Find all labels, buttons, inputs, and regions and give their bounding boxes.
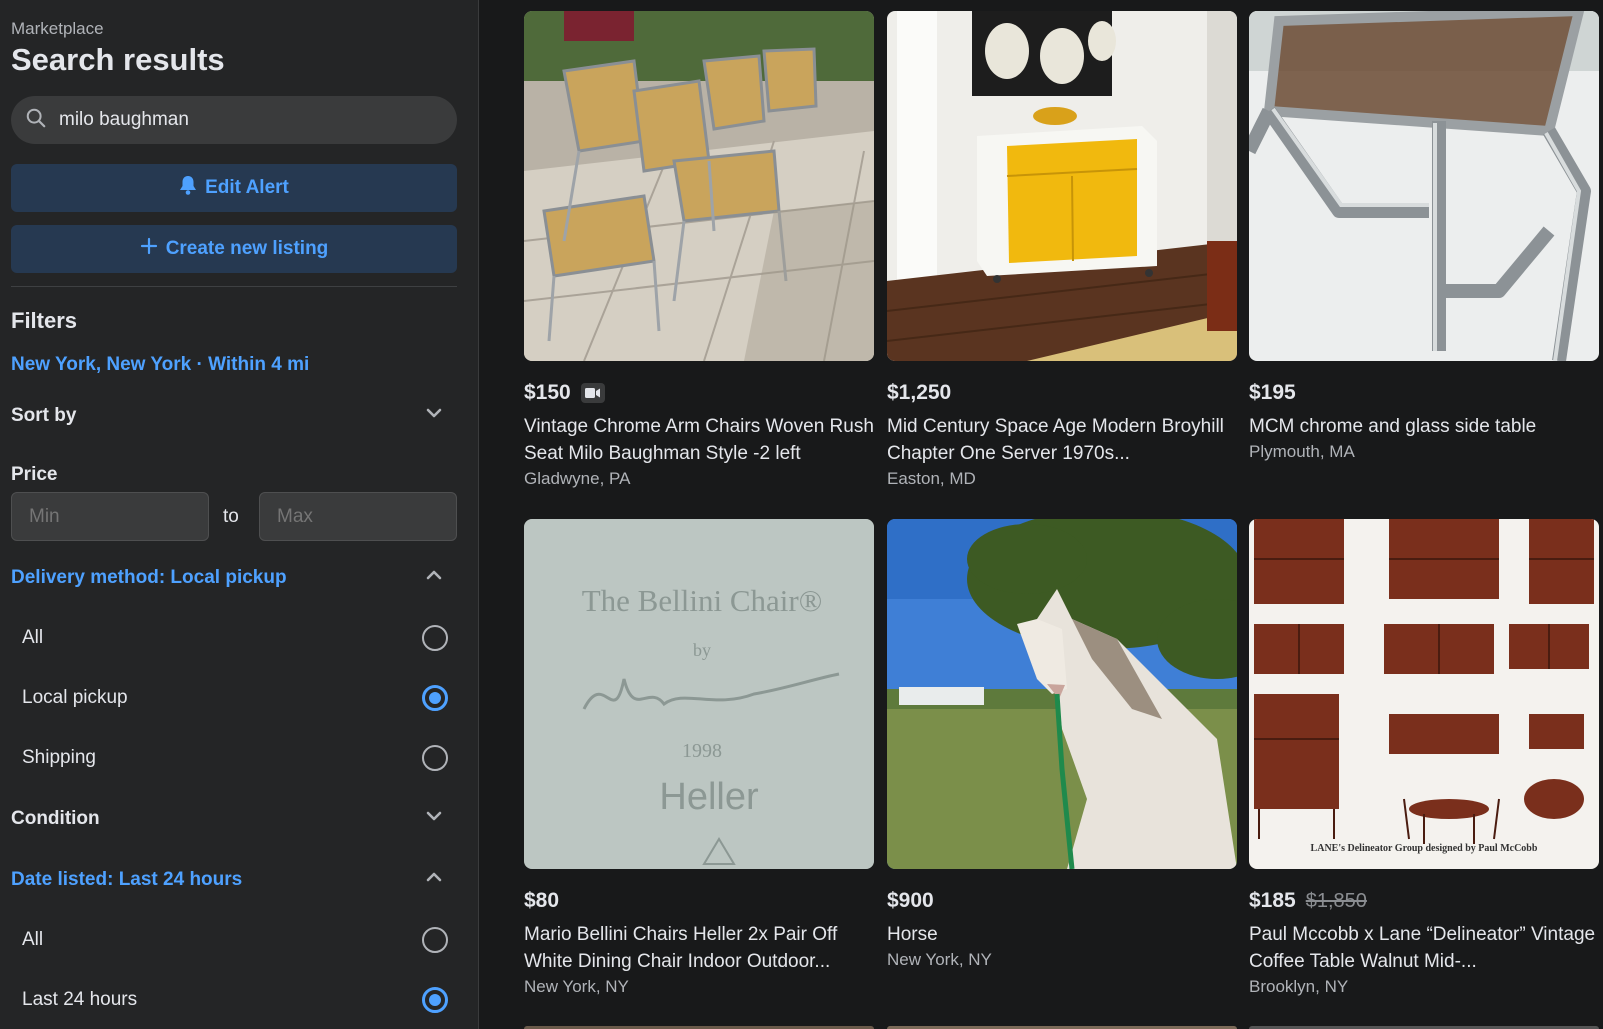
price-max-input[interactable]	[259, 492, 457, 541]
listing-price: $150	[524, 381, 571, 404]
listing-location: New York, NY	[887, 950, 992, 969]
sidebar: Marketplace Search results Edit Alert Cr…	[0, 0, 479, 1029]
listing-photo-delineator-catalog[interactable]: LANE's Delineator Group designed by Paul…	[1249, 519, 1599, 869]
chevron-up-icon	[423, 564, 457, 592]
delivery-option-all[interactable]: All	[11, 612, 457, 664]
listing-title: Horse	[887, 924, 938, 945]
price-label: Price	[11, 464, 58, 485]
sort-by-dropdown[interactable]: Sort by	[11, 398, 457, 434]
listing-card[interactable]: LANE's Delineator Group designed by Paul…	[1249, 519, 1601, 997]
listing-location: New York, NY	[524, 977, 629, 996]
radio-label: All	[22, 929, 44, 950]
listing-card[interactable]: $900 Horse New York, NY	[887, 519, 1239, 970]
condition-dropdown[interactable]: Condition	[11, 801, 457, 837]
breadcrumb-marketplace[interactable]: Marketplace	[11, 19, 104, 39]
filters-heading: Filters	[11, 308, 78, 333]
listing-photo-bellini-chair[interactable]: The Bellini Chair® by 1998 Heller	[524, 519, 874, 869]
location-filter[interactable]: New York, New York · Within 4 mi	[11, 354, 309, 376]
listing-card[interactable]: $1,250 Mid Century Space Age Modern Broy…	[887, 11, 1239, 489]
date-option-all[interactable]: All	[11, 914, 457, 966]
listing-price: $900	[887, 889, 934, 912]
delivery-method-label: Delivery method: Local pickup	[11, 567, 287, 588]
search-icon	[25, 107, 47, 134]
price-min-input[interactable]	[11, 492, 209, 541]
listing-price: $195	[1249, 381, 1296, 404]
condition-label: Condition	[11, 808, 100, 829]
sort-by-label: Sort by	[11, 405, 77, 426]
page-title: Search results	[11, 42, 225, 77]
create-listing-button[interactable]: Create new listing	[11, 225, 457, 273]
listing-original-price: $1,850	[1305, 889, 1367, 912]
date-option-last-24-hours[interactable]: Last 24 hours	[11, 974, 457, 1026]
listing-location: Brooklyn, NY	[1249, 977, 1349, 996]
radio-label: Last 24 hours	[22, 989, 138, 1010]
plus-icon	[140, 237, 158, 261]
catalog-caption: LANE's Delineator Group designed by Paul…	[1311, 843, 1538, 854]
chevron-up-icon	[423, 866, 457, 894]
chevron-down-icon	[423, 805, 457, 833]
video-icon	[580, 383, 605, 403]
radio-button[interactable]	[422, 745, 448, 771]
listing-title: Mario Bellini Chairs Heller 2x Pair Off …	[524, 924, 838, 972]
listing-title: Paul Mccobb x Lane “Delineator” Vintage …	[1249, 924, 1596, 972]
bell-icon	[179, 175, 197, 201]
listing-photo-side-table[interactable]	[1249, 11, 1599, 361]
listing-card[interactable]: $150 Vintage Chrome Arm Chairs Woven Rus…	[524, 11, 876, 489]
radio-button[interactable]	[422, 625, 448, 651]
radio-button-selected[interactable]	[422, 685, 448, 711]
search-input[interactable]	[57, 108, 421, 132]
date-listed-toggle[interactable]: Date listed: Last 24 hours	[11, 862, 457, 898]
radio-button-selected[interactable]	[422, 987, 448, 1013]
listing-location: Easton, MD	[887, 469, 976, 488]
search-box[interactable]	[11, 96, 457, 144]
radio-label: Local pickup	[22, 687, 128, 708]
price-to-label: to	[223, 506, 239, 527]
listing-photo-horse[interactable]	[887, 519, 1237, 869]
listing-card[interactable]: $195 MCM chrome and glass side table Ply…	[1249, 11, 1601, 462]
divider	[11, 286, 457, 287]
delivery-method-toggle[interactable]: Delivery method: Local pickup	[11, 560, 457, 596]
listing-title: Vintage Chrome Arm Chairs Woven Rush Sea…	[524, 416, 874, 464]
listing-price: $1,250	[887, 381, 952, 404]
listing-title: MCM chrome and glass side table	[1249, 416, 1537, 437]
listing-photo-server[interactable]	[887, 11, 1237, 361]
date-listed-label: Date listed: Last 24 hours	[11, 869, 243, 890]
bellini-year: 1998	[682, 740, 722, 762]
delivery-option-local-pickup[interactable]: Local pickup	[11, 672, 457, 724]
listing-price: $185	[1249, 889, 1296, 912]
delivery-option-shipping[interactable]: Shipping	[11, 732, 457, 784]
bellini-line1: The Bellini Chair®	[582, 583, 823, 618]
chevron-down-icon	[423, 402, 457, 430]
listing-title: Mid Century Space Age Modern Broyhill Ch…	[887, 416, 1224, 464]
radio-label: All	[22, 627, 44, 648]
listing-location: Gladwyne, PA	[524, 469, 631, 488]
bellini-brand: Heller	[659, 776, 759, 818]
listing-location: Plymouth, MA	[1249, 442, 1355, 461]
listing-price: $80	[524, 889, 560, 912]
bellini-line2: by	[693, 640, 711, 660]
edit-alert-label: Edit Alert	[205, 177, 289, 198]
listing-card[interactable]: The Bellini Chair® by 1998 Heller $80 Ma…	[524, 519, 876, 997]
radio-button[interactable]	[422, 927, 448, 953]
radio-label: Shipping	[22, 747, 96, 768]
edit-alert-button[interactable]: Edit Alert	[11, 164, 457, 212]
create-listing-label: Create new listing	[165, 238, 329, 259]
listing-photo-chairs[interactable]	[524, 11, 874, 361]
